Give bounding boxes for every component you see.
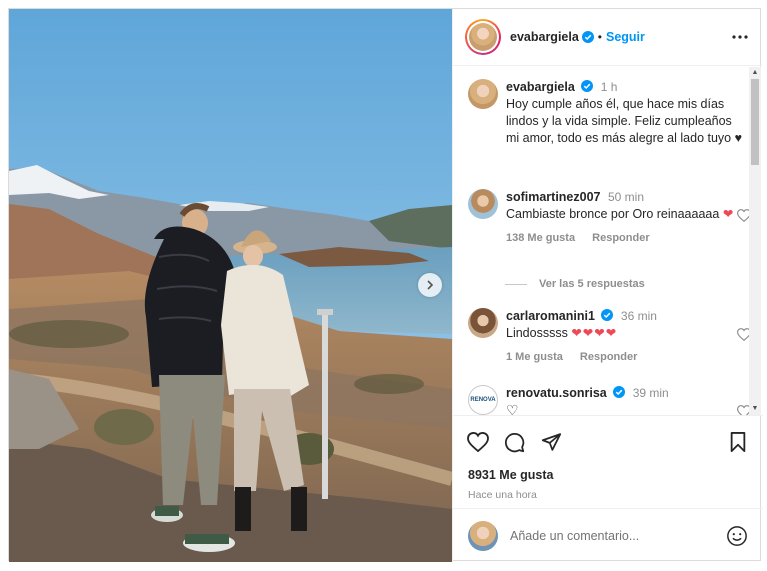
post-side-panel: evabargiela • Seguir evabargiela 1 h Hoy… (452, 9, 763, 562)
current-user-avatar (468, 521, 498, 551)
send-icon[interactable] (541, 432, 562, 452)
author-avatar-small[interactable] (468, 79, 498, 109)
comments-list[interactable]: evabargiela 1 h Hoy cumple años él, que … (453, 67, 763, 415)
comment-time: 36 min (620, 309, 657, 323)
comment-username[interactable]: renovatu.sonrisa (506, 386, 607, 400)
comment-time: 50 min (607, 190, 644, 204)
commenter-avatar[interactable] (468, 189, 498, 219)
verified-badge-icon (601, 309, 614, 321)
verified-badge-icon (581, 31, 594, 43)
caption-username[interactable]: evabargiela (506, 80, 575, 94)
renova-logo-text: RENOVA (470, 397, 496, 403)
reply-button[interactable]: Responder (592, 232, 649, 244)
story-ring[interactable] (465, 19, 501, 55)
verified-badge-icon (613, 386, 626, 398)
couple-mountain-photo (9, 9, 452, 562)
next-photo-button[interactable] (418, 273, 442, 297)
comment-item: carlaromanini1 36 min Lindosssss ❤❤❤❤ 1 … (468, 308, 751, 366)
commenter-avatar[interactable] (468, 308, 498, 338)
comment-username[interactable]: carlaromanini1 (506, 309, 595, 323)
emoji-icon[interactable] (726, 525, 748, 547)
comment-likes[interactable]: 1 Me gusta (506, 351, 563, 363)
post-header: evabargiela • Seguir (453, 9, 762, 66)
comment-time: 39 min (632, 386, 669, 400)
caption-text: Hoy cumple años él, que hace mis días li… (506, 97, 743, 145)
post-photo[interactable] (9, 9, 452, 562)
heart-emoji: ❤ (722, 207, 735, 221)
heart-outline-emoji: ♡ (506, 402, 519, 415)
author-username[interactable]: evabargiela (510, 30, 579, 44)
chevron-right-icon (427, 280, 434, 290)
post-modal: evabargiela • Seguir evabargiela 1 h Hoy… (8, 8, 763, 562)
comment-item: RENOVA renovatu.sonrisa 39 min ♡ (468, 385, 751, 415)
scroll-up-arrow[interactable]: ▲ (751, 69, 759, 77)
verified-badge-icon (581, 80, 594, 92)
bookmark-icon[interactable] (729, 432, 747, 452)
like-count[interactable]: 8931 Me gusta (468, 468, 553, 482)
more-options-icon[interactable] (732, 35, 748, 39)
heart-icon[interactable] (467, 432, 489, 452)
post-actions: 8931 Me gusta Hace una hora (453, 415, 763, 562)
comment-item: sofimartinez007 50 min Cambiaste bronce … (468, 189, 751, 247)
replies-divider (505, 283, 527, 285)
heart-emojis: ❤❤❤❤ (571, 326, 618, 340)
view-replies-button[interactable]: Ver las 5 respuestas (505, 278, 645, 290)
scroll-down-arrow[interactable]: ▼ (751, 405, 759, 413)
author-avatar (469, 23, 497, 51)
comment-icon[interactable] (504, 432, 525, 453)
separator-dot: • (597, 30, 602, 44)
reply-button[interactable]: Responder (580, 351, 637, 363)
add-comment-bar (453, 508, 763, 563)
caption-time: 1 h (600, 80, 618, 94)
view-replies-label: Ver las 5 respuestas (539, 278, 645, 290)
comment-input[interactable] (510, 529, 726, 543)
comment-likes[interactable]: 138 Me gusta (506, 232, 575, 244)
comment-text: Cambiaste bronce por Oro reinaaaaaa (506, 207, 720, 221)
follow-button[interactable]: Seguir (606, 30, 645, 44)
caption: evabargiela 1 h Hoy cumple años él, que … (468, 79, 743, 147)
post-timestamp[interactable]: Hace una hora (468, 489, 537, 501)
renova-logo-avatar[interactable]: RENOVA (468, 385, 498, 415)
comment-username[interactable]: sofimartinez007 (506, 190, 600, 204)
comment-text: Lindosssss (506, 326, 568, 340)
scrollbar-thumb[interactable] (751, 79, 759, 165)
